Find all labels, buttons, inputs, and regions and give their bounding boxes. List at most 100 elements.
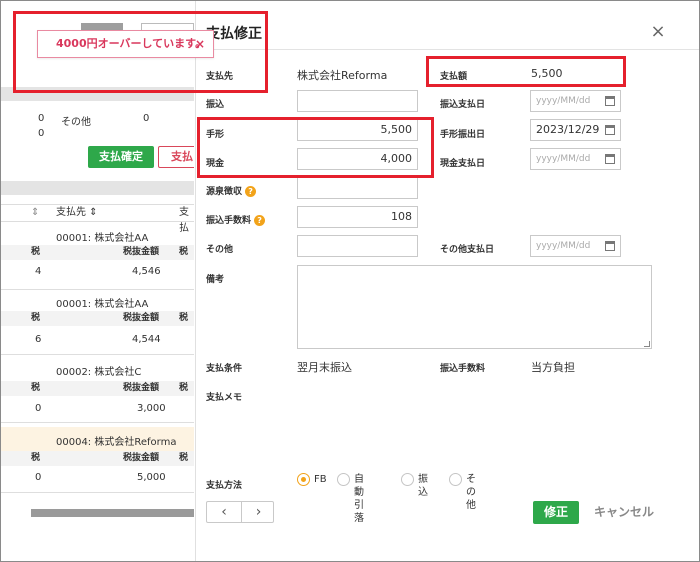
subheader-amount: 税抜金額: [123, 453, 160, 463]
subheader-amount: 税抜金額: [123, 313, 160, 323]
transfer-date-label: 振込支払日: [440, 100, 486, 110]
payee-label: 支払先: [206, 72, 234, 82]
payment-edit-modal: 支払修正 × 支払先 株式会社Reforma 支払額 5,500 振込 振込支払…: [195, 1, 700, 561]
other-label: その他: [206, 245, 234, 255]
close-icon[interactable]: ×: [195, 31, 205, 57]
calendar-icon[interactable]: [605, 241, 615, 251]
list-item-left-value: 0: [35, 472, 42, 483]
payment-amount-label: 支払額: [440, 72, 468, 82]
transfer-fee-bearer-value: 当方負担: [531, 361, 575, 374]
remarks-textarea[interactable]: [297, 265, 652, 349]
cash-label: 現金: [206, 159, 225, 169]
subheader-tax-right: 税: [179, 453, 189, 463]
other-date-input[interactable]: yyyy/MM/dd: [530, 235, 621, 257]
calendar-icon[interactable]: [605, 96, 615, 106]
list-item-vendor[interactable]: 00002: 株式会社C: [56, 363, 141, 378]
calendar-icon[interactable]: [605, 154, 615, 164]
help-icon[interactable]: ?: [245, 186, 257, 197]
subheader-amount: 税抜金額: [123, 383, 160, 393]
payment-method-radio-transfer[interactable]: [401, 473, 414, 486]
payment-method-radio-auto[interactable]: [337, 473, 350, 486]
subheader-amount: 税抜金額: [123, 247, 160, 257]
other-date-label: その他支払日: [440, 245, 495, 255]
column-header-vendor[interactable]: 支払先 ⇕: [56, 205, 98, 221]
sort-icon[interactable]: ⇕: [31, 205, 39, 221]
subheader-tax-left: 税: [31, 247, 41, 257]
list-item-subheader: 税 税抜金額 税: [1, 381, 194, 396]
resize-grip-icon[interactable]: [644, 341, 650, 347]
payment-confirm-button[interactable]: 支払確定: [88, 146, 154, 168]
list-item-amount: 4,546: [132, 266, 161, 277]
payment-method-label-other[interactable]: その他: [466, 473, 476, 512]
payment-method-radio-fb[interactable]: [297, 473, 310, 486]
row-divider: [1, 492, 194, 493]
summary-header-band: [1, 87, 194, 101]
save-button[interactable]: 修正: [533, 501, 579, 524]
bill-input[interactable]: 5,500: [297, 119, 418, 141]
error-toast: 4000円オーバーしています。 ×: [37, 30, 214, 58]
horizontal-scrollbar[interactable]: [31, 509, 194, 517]
cash-date-label: 現金支払日: [440, 159, 486, 169]
payment-method-radio-other[interactable]: [449, 473, 462, 486]
next-record-button[interactable]: ›: [241, 502, 275, 522]
other-date-placeholder: yyyy/MM/dd: [536, 241, 591, 251]
payment-secondary-button[interactable]: 支払: [158, 146, 194, 168]
calendar-icon[interactable]: [605, 125, 615, 135]
payment-terms-label: 支払条件: [206, 364, 243, 374]
cash-date-placeholder: yyyy/MM/dd: [536, 154, 591, 164]
payment-method-label-transfer[interactable]: 振込: [418, 473, 428, 499]
cash-date-input[interactable]: yyyy/MM/dd: [530, 148, 621, 170]
subheader-tax-right: 税: [179, 313, 189, 323]
payment-terms-value: 翌月末振込: [297, 361, 352, 374]
list-item-left-value: 0: [35, 403, 42, 414]
row-divider: [1, 289, 194, 290]
summary-other-value: 0: [143, 113, 150, 124]
list-item-subheader: 税 税抜金額 税: [1, 451, 194, 466]
transfer-fee-bearer-label: 振込手数料: [440, 364, 486, 374]
list-item-subheader: 税 税抜金額 税: [1, 311, 194, 326]
list-item-amount: 5,000: [137, 472, 166, 483]
subheader-tax-left: 税: [31, 383, 41, 393]
row-divider: [1, 422, 194, 423]
cancel-button[interactable]: キャンセル: [594, 503, 654, 520]
summary-other-label: その他: [61, 117, 91, 128]
cash-input[interactable]: 4,000: [297, 148, 418, 170]
bill-label: 手形: [206, 130, 225, 140]
transfer-input[interactable]: [297, 90, 418, 112]
list-header-band: [1, 181, 194, 195]
background-page: 0 その他 0 0 支払確定 支払 ⇕ 支払先 ⇕ 支払 00001: 株式会社…: [1, 1, 194, 561]
modal-divider: [196, 49, 700, 50]
help-icon[interactable]: ?: [254, 215, 266, 226]
record-pager: ‹ ›: [206, 501, 274, 523]
other-input[interactable]: [297, 235, 418, 257]
bill-date-input[interactable]: 2023/12/29: [530, 119, 621, 141]
subheader-tax-right: 税: [179, 247, 189, 257]
withholding-label-text: 源泉徴収: [206, 187, 243, 197]
error-toast-message: 4000円オーバーしています。: [56, 37, 207, 50]
payment-method-label-auto[interactable]: 自動引落: [354, 473, 364, 525]
transfer-label: 振込: [206, 100, 225, 110]
summary-zero: 0: [38, 113, 45, 124]
close-icon[interactable]: ×: [648, 22, 668, 42]
payee-value: 株式会社Reforma: [297, 69, 388, 82]
transfer-date-input[interactable]: yyyy/MM/dd: [530, 90, 621, 112]
list-table-header: ⇕ 支払先 ⇕ 支払: [1, 204, 194, 234]
list-item-vendor[interactable]: 00004: 株式会社Reforma: [56, 433, 176, 448]
subheader-tax-left: 税: [31, 453, 41, 463]
list-item-vendor[interactable]: 00001: 株式会社AA: [56, 295, 148, 310]
payment-method-label-fb[interactable]: FB: [314, 473, 327, 486]
prev-record-button[interactable]: ‹: [207, 502, 241, 522]
summary-zero-2: 0: [38, 128, 45, 139]
transfer-date-placeholder: yyyy/MM/dd: [536, 96, 591, 106]
payment-amount-value: 5,500: [531, 67, 563, 80]
withholding-input[interactable]: [297, 177, 418, 199]
row-divider: [1, 354, 194, 355]
list-item-left-value: 6: [35, 334, 42, 345]
list-item-subheader: 税 税抜金額 税: [1, 245, 194, 260]
subheader-tax-left: 税: [31, 313, 41, 323]
column-header-next[interactable]: 支払: [179, 205, 194, 237]
transfer-fee-label-text: 振込手数料: [206, 216, 252, 226]
list-item-vendor[interactable]: 00001: 株式会社AA: [56, 229, 148, 244]
modal-title: 支払修正: [206, 26, 262, 42]
transfer-fee-input[interactable]: 108: [297, 206, 418, 228]
